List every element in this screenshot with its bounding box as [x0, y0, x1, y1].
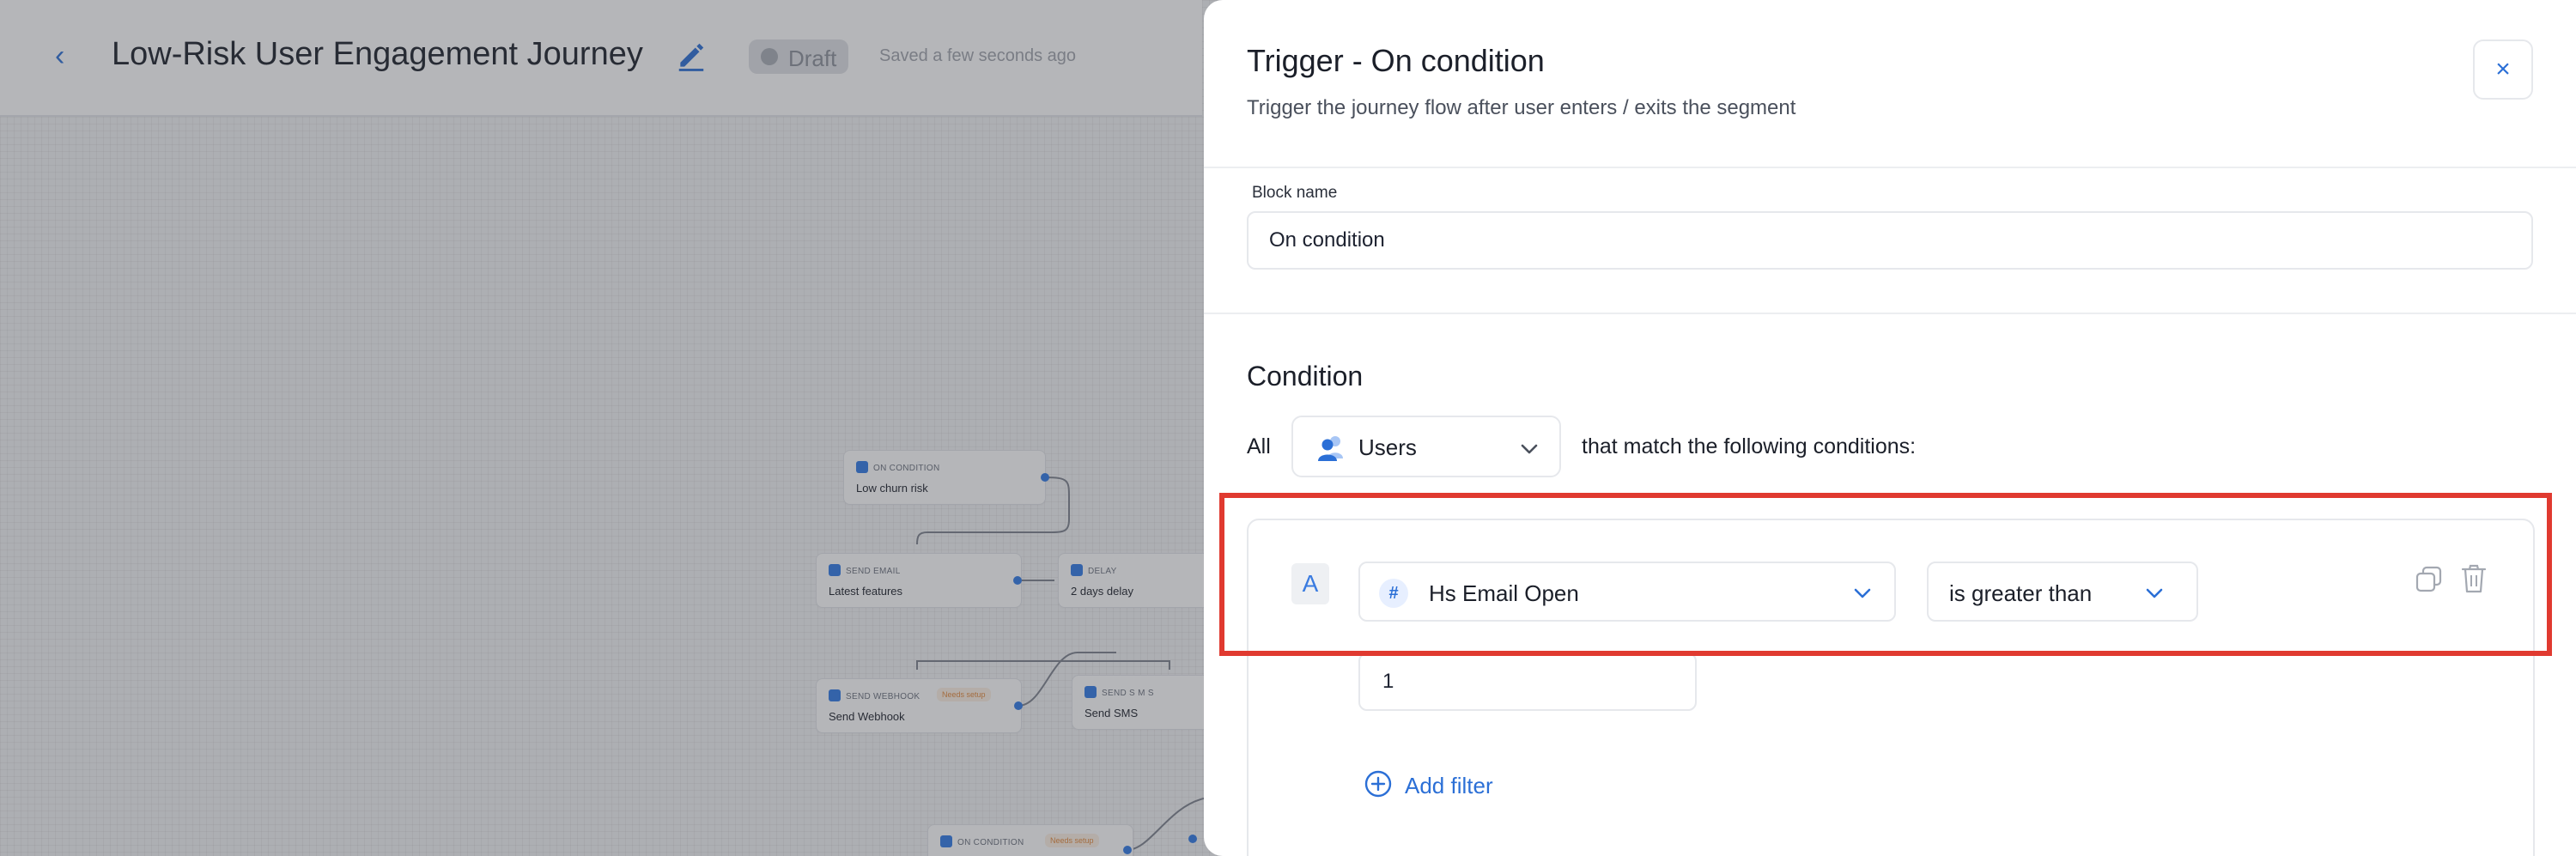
plus-circle-icon	[1364, 770, 1392, 798]
drawer-title: Trigger - On condition	[1247, 43, 1545, 78]
hash-icon: #	[1379, 579, 1408, 608]
users-icon	[1318, 436, 1343, 461]
condition-value-input[interactable]	[1358, 653, 1697, 711]
entity-select[interactable]: Users	[1291, 416, 1561, 477]
chevron-down-icon	[1854, 588, 1871, 598]
drawer-subtitle: Trigger the journey flow after user ente…	[1247, 96, 1796, 119]
chevron-down-icon	[2146, 588, 2163, 598]
section-divider	[1204, 313, 2576, 314]
drawer-header: Trigger - On condition Trigger the journ…	[1204, 0, 2576, 168]
trash-icon[interactable]	[2461, 563, 2487, 594]
block-name-input[interactable]	[1247, 211, 2533, 270]
trigger-drawer: Trigger - On condition Trigger the journ…	[1204, 0, 2576, 856]
duplicate-icon[interactable]	[2415, 565, 2444, 594]
match-conditions-text: that match the following conditions:	[1582, 434, 1917, 458]
chevron-down-icon	[1521, 444, 1538, 454]
close-icon: ×	[2495, 55, 2511, 83]
condition-letter: A	[1291, 563, 1329, 604]
match-all-label: All	[1247, 434, 1271, 458]
condition-heading: Condition	[1247, 361, 1364, 392]
close-button[interactable]: ×	[2473, 39, 2533, 100]
operator-select[interactable]: is greater than	[1927, 562, 2198, 622]
block-name-label: Block name	[1252, 184, 1338, 202]
property-select[interactable]: # Hs Email Open	[1358, 562, 1896, 622]
